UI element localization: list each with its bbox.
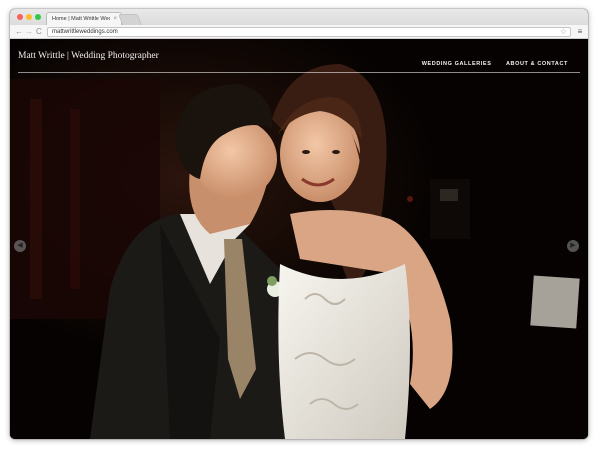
- chevron-right-icon: ▶: [570, 242, 576, 249]
- maximize-window-button[interactable]: [35, 14, 41, 20]
- chevron-left-icon: ◀: [17, 242, 23, 249]
- address-bar[interactable]: mattwrittleweddings.com ☆: [47, 27, 571, 37]
- site-header: Matt Writtle | Wedding Photographer WEDD…: [10, 39, 588, 72]
- close-window-button[interactable]: [17, 14, 23, 20]
- menu-icon[interactable]: ≡: [575, 25, 585, 38]
- site-nav: WEDDING GALLERIES ABOUT & CONTACT: [412, 52, 568, 70]
- slideshow-prev-button[interactable]: ◀: [14, 240, 26, 252]
- url-text: mattwrittleweddings.com: [52, 29, 118, 35]
- browser-toolbar: ← → C mattwrittleweddings.com ☆ ≡: [10, 25, 588, 39]
- site-title[interactable]: Matt Writtle | Wedding Photographer: [18, 50, 159, 62]
- header-divider: [18, 72, 580, 73]
- hero-photo: [10, 39, 588, 439]
- browser-window: Home | Matt Writtle Wedd × ← → C mattwri…: [10, 9, 588, 439]
- nav-wedding-galleries[interactable]: WEDDING GALLERIES: [422, 60, 492, 68]
- tab-strip: Home | Matt Writtle Wedd ×: [10, 9, 588, 25]
- tab-title: Home | Matt Writtle Wedd: [52, 16, 110, 22]
- nav-about-contact[interactable]: ABOUT & CONTACT: [506, 60, 568, 68]
- web-page: Matt Writtle | Wedding Photographer WEDD…: [10, 39, 588, 439]
- bookmark-star-icon[interactable]: ☆: [560, 27, 567, 36]
- reload-icon[interactable]: C: [36, 25, 42, 38]
- tab-close-icon[interactable]: ×: [113, 15, 117, 23]
- browser-tab[interactable]: Home | Matt Writtle Wedd ×: [46, 12, 122, 25]
- new-tab-button[interactable]: [117, 14, 143, 25]
- back-arrow-icon[interactable]: ←: [15, 25, 23, 38]
- forward-arrow-icon[interactable]: →: [25, 25, 33, 38]
- slideshow-next-button[interactable]: ▶: [567, 240, 579, 252]
- minimize-window-button[interactable]: [26, 14, 32, 20]
